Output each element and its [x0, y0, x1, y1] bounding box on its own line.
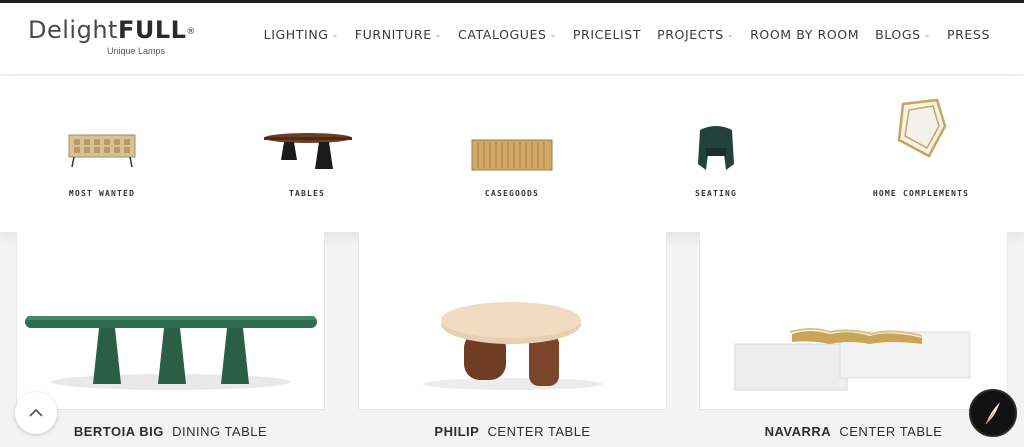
brand-logo[interactable]: DelightFULL® Unique Lamps: [28, 16, 196, 56]
chevron-down-icon: ⌄: [726, 30, 735, 39]
sideboard-icon: [68, 134, 136, 168]
nav-projects[interactable]: PROJECTS ⌄: [649, 27, 742, 42]
brand-tagline: Unique Lamps: [107, 46, 166, 56]
brand-name-bold: FULL: [117, 16, 187, 44]
product-name: BERTOIA BIG: [73, 424, 164, 439]
nav-furniture[interactable]: FURNITURE ⌄: [347, 27, 450, 42]
registered-mark: ®: [186, 27, 196, 37]
nav-room-by-room[interactable]: ROOM BY ROOM: [742, 27, 867, 42]
mega-item-label: TABLES: [288, 189, 326, 198]
brand-wordmark: DelightFULL®: [28, 16, 196, 44]
brand-name-light: Delight: [28, 16, 118, 44]
furniture-mega-menu: MOST WANTED TABLES CASEGOODS SEATING HOM…: [0, 76, 1024, 232]
nav-label: FURNITURE: [354, 27, 432, 42]
nav-label: PROJECTS: [657, 27, 724, 42]
mega-item-tables[interactable]: TABLES: [205, 76, 409, 232]
product-grid: BERTOIA BIG DINING TABLE PHILIP CENTER T…: [0, 232, 1024, 447]
chevron-down-icon: ⌄: [331, 30, 339, 39]
chevron-down-icon: ⌄: [923, 30, 931, 39]
product-type: CENTER TABLE: [839, 424, 943, 439]
nav-label: CATALOGUES: [458, 27, 547, 42]
console-icon: [471, 139, 553, 171]
mega-item-label: SEATING: [694, 189, 738, 198]
product-name: PHILIP: [434, 424, 480, 439]
armchair-icon: [698, 126, 734, 170]
feather-logo-icon: [985, 402, 1000, 425]
chevron-down-icon: ⌄: [549, 30, 557, 39]
nav-label: BLOGS: [875, 27, 921, 42]
nav-blogs[interactable]: BLOGS ⌄: [867, 27, 939, 42]
nav-label: ROOM BY ROOM: [750, 27, 860, 42]
mega-item-label: CASEGOODS: [484, 189, 540, 198]
product-caption[interactable]: BERTOIA BIG DINING TABLE: [16, 424, 325, 439]
mega-item-label: MOST WANTED: [68, 189, 136, 198]
product-card[interactable]: [699, 232, 1008, 410]
nav-pricelist[interactable]: PRICELIST: [565, 27, 649, 42]
product-type: DINING TABLE: [172, 424, 268, 439]
product-image-navarra: [734, 328, 971, 391]
scroll-to-top-button[interactable]: [15, 392, 57, 434]
product-card[interactable]: [16, 232, 325, 410]
product-card[interactable]: [358, 232, 667, 410]
nav-lighting[interactable]: LIGHTING ⌄: [256, 27, 347, 42]
chat-widget-button[interactable]: [969, 389, 1017, 437]
product-name: NAVARRA: [764, 424, 832, 439]
product-caption[interactable]: NAVARRA CENTER TABLE: [699, 424, 1008, 439]
nav-label: LIGHTING: [263, 27, 329, 42]
product-image-philip: [423, 302, 603, 390]
mega-item-casegoods[interactable]: CASEGOODS: [410, 76, 614, 232]
product-type: CENTER TABLE: [487, 424, 591, 439]
site-header: DelightFULL® Unique Lamps LIGHTING ⌄ FURN…: [0, 3, 1024, 75]
product-caption[interactable]: PHILIP CENTER TABLE: [358, 424, 667, 439]
mega-item-home-complements[interactable]: HOME COMPLEMENTS: [819, 76, 1023, 232]
nav-press[interactable]: PRESS: [939, 27, 998, 42]
chevron-up-icon: [29, 408, 43, 417]
chevron-down-icon: ⌄: [434, 30, 443, 39]
main-nav: LIGHTING ⌄ FURNITURE ⌄ CATALOGUES ⌄ PRICELI…: [256, 27, 998, 42]
nav-label: PRICELIST: [572, 27, 642, 42]
nav-catalogues[interactable]: CATALOGUES ⌄: [450, 27, 565, 42]
mega-item-label: HOME COMPLEMENTS: [872, 189, 970, 198]
dining-table-icon: [264, 133, 352, 169]
mega-item-most-wanted[interactable]: MOST WANTED: [0, 76, 204, 232]
mega-item-seating[interactable]: SEATING: [614, 76, 818, 232]
nav-label: PRESS: [947, 27, 990, 42]
product-image-bertoia: [25, 316, 317, 390]
mirror-icon: [897, 98, 947, 158]
